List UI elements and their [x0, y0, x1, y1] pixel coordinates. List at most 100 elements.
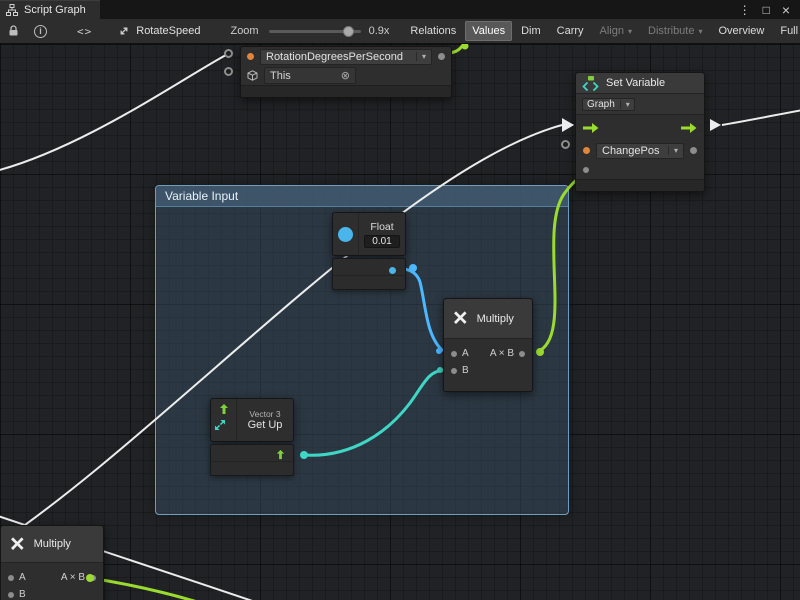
- input-port-ring[interactable]: [224, 67, 233, 76]
- set-variable-icon: [582, 76, 599, 91]
- port-a-label: A: [19, 572, 26, 583]
- code-view-icon[interactable]: <>: [77, 25, 92, 38]
- node-footer: [241, 85, 451, 97]
- align-button: Align▾: [593, 21, 639, 41]
- result-port-label: A × B: [490, 348, 514, 359]
- value-input-port[interactable]: [690, 147, 697, 154]
- input-port-ring[interactable]: [224, 49, 233, 58]
- port-b-label: B: [19, 589, 26, 600]
- full-screen-button[interactable]: Full Screen: [773, 21, 800, 41]
- group-title: Variable Input: [165, 189, 238, 203]
- result-port[interactable]: [519, 351, 525, 357]
- set-variable-name-dropdown[interactable]: ChangePos ▾: [596, 143, 684, 159]
- zoom-slider[interactable]: [269, 30, 361, 33]
- script-graph-icon: [6, 4, 18, 16]
- wire-white-from-set-variable[interactable]: [722, 109, 800, 125]
- zoom-label: Zoom: [230, 25, 258, 37]
- chevron-down-icon: ▾: [620, 100, 630, 109]
- window-menu-icon[interactable]: ⋮: [739, 3, 751, 17]
- wire-green-bottom[interactable]: [90, 578, 240, 600]
- toolbar-buttons: Relations Values Dim Carry Align▾ Distri…: [403, 21, 800, 41]
- graph-canvas[interactable]: Variable Input: [0, 44, 800, 600]
- set-variable-title: Set Variable: [606, 77, 665, 89]
- get-up-title: Get Up: [248, 419, 283, 431]
- multiply-icon: ×: [10, 532, 25, 557]
- relations-button[interactable]: Relations: [403, 21, 463, 41]
- chevron-down-icon: ▾: [416, 52, 426, 61]
- unity-visual-scripting-window: Script Graph ⋮ □ × i <>: [0, 0, 800, 600]
- flow-ports-row: [576, 115, 704, 141]
- get-up-port-strip: [210, 444, 294, 476]
- port-a-label: A: [462, 348, 469, 359]
- vector3-type-label: Vector 3: [249, 409, 280, 419]
- titlebar-spacer: [100, 0, 739, 19]
- zoom-value: 0.9x: [369, 25, 390, 37]
- set-variable-name: ChangePos: [602, 145, 663, 157]
- port-a[interactable]: [451, 351, 457, 357]
- title-bar: Script Graph ⋮ □ ×: [0, 0, 800, 19]
- wire-green-endpoint: [462, 44, 469, 50]
- variable-type-port[interactable]: [247, 53, 254, 60]
- zoom-slider-handle[interactable]: [343, 26, 354, 37]
- set-variable-header[interactable]: Set Variable: [576, 73, 704, 94]
- target-label: This: [270, 70, 291, 82]
- flow-wire-arrowhead: [710, 119, 721, 131]
- float-type-icon: [338, 227, 353, 242]
- maximize-icon[interactable]: □: [763, 3, 770, 17]
- graph-asset-icon: [118, 25, 130, 37]
- multiply-title: Multiply: [34, 538, 71, 550]
- cube-icon: [247, 70, 258, 81]
- multiply-icon: ×: [453, 306, 468, 331]
- float-literal-node[interactable]: Float 0.01: [332, 212, 406, 256]
- lock-icon[interactable]: [8, 25, 19, 37]
- multiply-title: Multiply: [477, 313, 514, 325]
- float-port-strip: [332, 258, 406, 290]
- distribute-button: Distribute▾: [641, 21, 709, 41]
- close-icon[interactable]: ×: [782, 2, 790, 18]
- port-b[interactable]: [451, 368, 457, 374]
- dim-button[interactable]: Dim: [514, 21, 548, 41]
- get-variable-node[interactable]: RotationDegreesPerSecond ▾ This ⊗: [240, 46, 452, 98]
- tab-label: Script Graph: [24, 4, 86, 16]
- float-value-field[interactable]: 0.01: [364, 235, 399, 248]
- chevron-down-icon: ▾: [668, 146, 678, 155]
- set-variable-node[interactable]: Set Variable Graph ▾ ChangePos: [575, 72, 705, 192]
- multiply-node[interactable]: × Multiply A A × B B: [443, 298, 533, 392]
- float-output-port[interactable]: [389, 267, 396, 274]
- node-footer: [576, 179, 704, 191]
- vector-output-port[interactable]: [275, 449, 286, 460]
- target-object-field[interactable]: This ⊗: [264, 67, 356, 84]
- flow-output-arrow-icon[interactable]: [681, 123, 697, 134]
- group-header[interactable]: Variable Input: [156, 186, 568, 207]
- multiply-node-2[interactable]: × Multiply A A × B B: [0, 525, 104, 600]
- result-port-label: A × B: [61, 572, 85, 583]
- values-button[interactable]: Values: [465, 21, 512, 41]
- value-type-port[interactable]: [583, 147, 590, 154]
- graph-asset-name: RotateSpeed: [136, 25, 200, 37]
- output-value-port[interactable]: [583, 167, 589, 173]
- tab-script-graph[interactable]: Script Graph: [0, 0, 100, 19]
- arrow-up-icon: [218, 403, 230, 415]
- carry-button[interactable]: Carry: [550, 21, 591, 41]
- overview-button[interactable]: Overview: [712, 21, 772, 41]
- flow-wire-arrowhead: [563, 119, 574, 131]
- port-b[interactable]: [8, 592, 14, 598]
- variable-name: RotationDegreesPerSecond: [266, 51, 411, 63]
- get-up-node[interactable]: Vector 3 Get Up: [210, 398, 294, 442]
- input-port-ring[interactable]: [561, 140, 570, 149]
- wire-green-endpoint: [86, 574, 94, 582]
- info-icon[interactable]: i: [34, 25, 47, 38]
- float-type-label: Float: [370, 221, 393, 233]
- variable-scope-dropdown[interactable]: Graph ▾: [582, 98, 635, 111]
- wire-white-left-top[interactable]: [0, 55, 226, 172]
- variable-name-dropdown[interactable]: RotationDegreesPerSecond ▾: [260, 49, 432, 65]
- chevron-down-icon: ▾: [628, 27, 632, 36]
- variable-output-port[interactable]: [438, 53, 445, 60]
- null-check-icon[interactable]: ⊗: [341, 69, 350, 82]
- variable-scope: Graph: [587, 99, 615, 110]
- port-b-label: B: [462, 365, 469, 376]
- chevron-down-icon: ▾: [698, 27, 702, 36]
- graph-toolbar: i <> RotateSpeed Zoom 0.9x Relations Val…: [0, 19, 800, 44]
- flow-input-arrow-icon[interactable]: [583, 123, 599, 134]
- port-a[interactable]: [8, 575, 14, 581]
